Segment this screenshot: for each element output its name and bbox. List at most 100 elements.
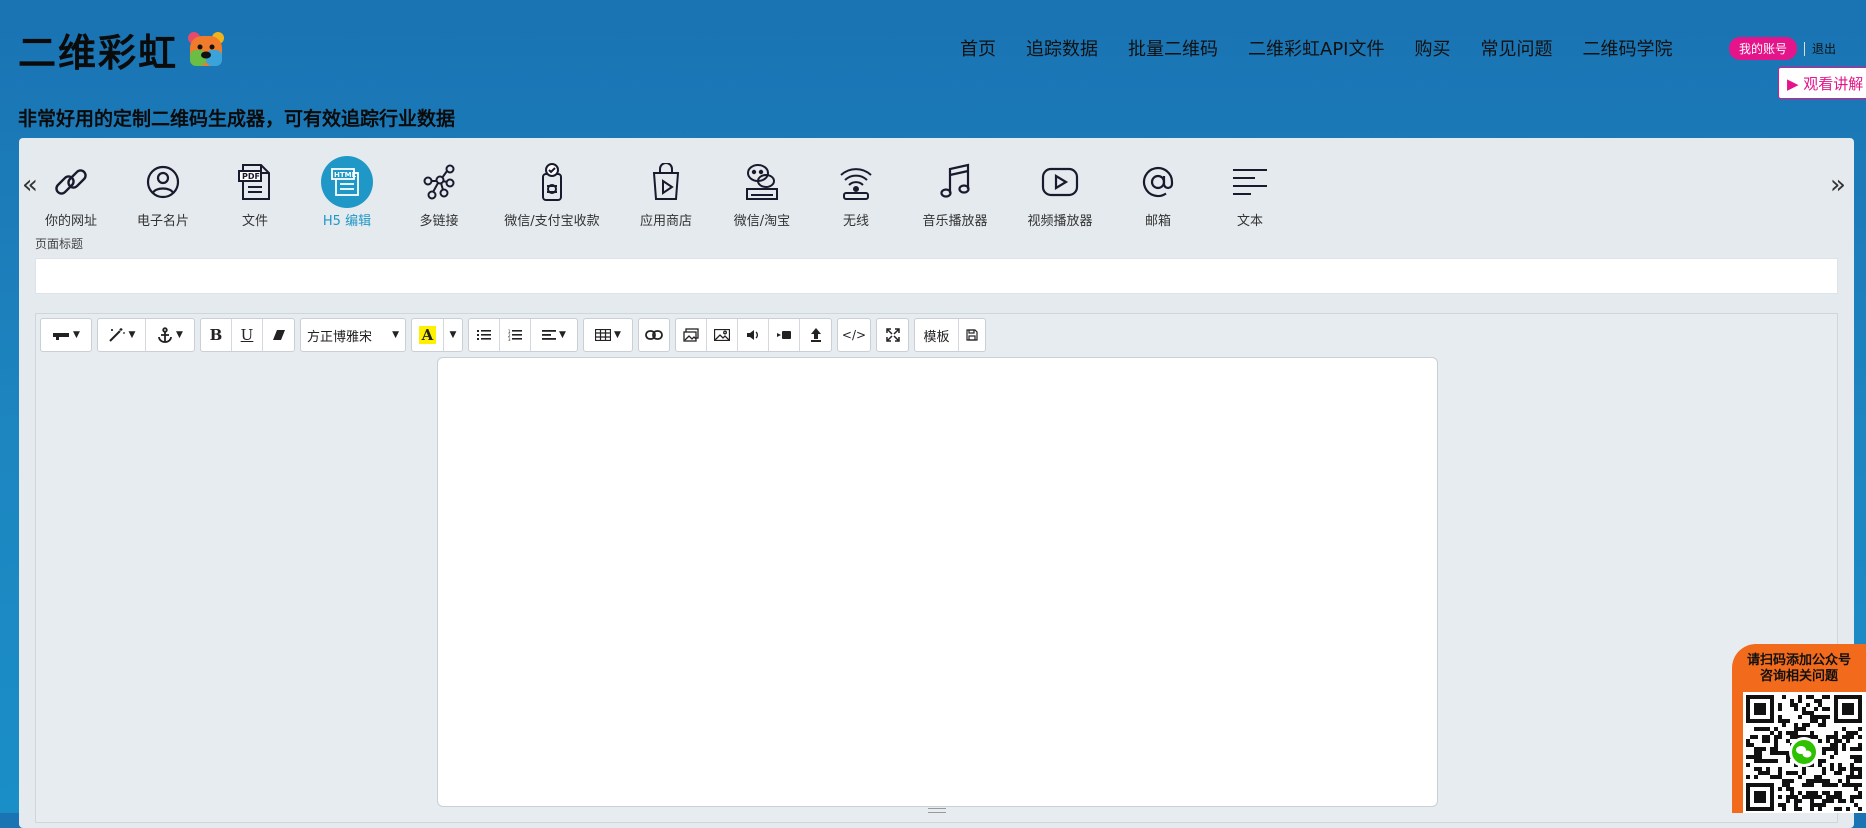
category-multilink[interactable]: 多链接 — [384, 158, 494, 229]
font-family-select[interactable]: 方正博雅宋 ▼ — [301, 319, 405, 351]
multi-link-icon — [423, 164, 455, 200]
account-area: 我的账号 退出 — [1729, 37, 1836, 60]
svg-text:HTML: HTML — [334, 171, 357, 179]
category-wifi[interactable]: 无线 — [801, 158, 911, 229]
bear-logo-icon — [188, 31, 225, 66]
gallery-button[interactable] — [676, 319, 707, 351]
caret-icon: ▼ — [449, 330, 457, 340]
upload-button[interactable] — [800, 319, 831, 351]
main-nav: 首页 追踪数据 批量二维码 二维彩虹API文件 购买 常见问题 二维码学院 — [960, 35, 1672, 61]
nav-buy[interactable]: 购买 — [1414, 35, 1450, 61]
wechat-promo-line2: 咨询相关问题 — [1759, 669, 1838, 684]
caret-icon: ▼ — [73, 330, 80, 340]
bold-button[interactable]: B — [201, 319, 232, 351]
text-icon — [1233, 169, 1267, 195]
qr-code-icon — [1746, 695, 1862, 811]
image-icon — [714, 329, 730, 341]
template-button[interactable]: 模板 — [915, 319, 959, 351]
anchor-button[interactable]: ▼ — [146, 319, 194, 351]
editor-toolbar: ▼ ▼ ▼ B U 方正博雅宋 ▼ A ▼ 123 ▼ ▼ </> 模板 — [40, 318, 991, 352]
wifi-icon — [840, 168, 872, 200]
text-color-icon: A — [418, 326, 437, 344]
nav-faq[interactable]: 常见问题 — [1480, 35, 1552, 61]
eraser-icon — [272, 330, 285, 340]
image-button[interactable] — [707, 319, 738, 351]
caret-icon: ▼ — [176, 330, 183, 340]
resize-handle[interactable] — [928, 808, 946, 813]
align-left-icon — [542, 330, 557, 340]
eraser-button[interactable] — [263, 319, 294, 351]
bullet-list-icon — [477, 330, 491, 340]
text-color-button[interactable]: A — [412, 319, 444, 351]
ordered-list-button[interactable]: 123 — [500, 319, 531, 351]
caret-icon: ▼ — [392, 330, 399, 340]
gallery-icon — [683, 328, 699, 342]
style-button[interactable]: ▼ — [41, 319, 91, 351]
nav-tracking[interactable]: 追踪数据 — [1026, 35, 1098, 61]
video-camera-icon — [777, 331, 791, 339]
magic-wand-icon — [108, 328, 125, 342]
nav-academy[interactable]: 二维码学院 — [1582, 35, 1672, 61]
category-text[interactable]: 文本 — [1195, 158, 1305, 229]
nav-api[interactable]: 二维彩虹API文件 — [1248, 35, 1384, 61]
payment-icon — [542, 163, 562, 201]
tagline: 非常好用的定制二维码生成器，可有效追踪行业数据 — [18, 108, 456, 130]
nav-batch[interactable]: 批量二维码 — [1128, 35, 1218, 61]
svg-text:3: 3 — [508, 337, 511, 341]
user-icon — [146, 165, 180, 199]
pdf-file-icon: PDF — [238, 164, 270, 200]
speaker-icon — [747, 330, 758, 340]
music-icon — [940, 163, 970, 198]
video-button[interactable] — [769, 319, 800, 351]
source-code-button[interactable]: </> — [838, 319, 870, 351]
bullet-list-button[interactable] — [469, 319, 500, 351]
page-title-input[interactable] — [35, 258, 1838, 294]
link-icon — [55, 169, 87, 195]
category-label: 多链接 — [419, 214, 459, 229]
html-icon: HTML — [331, 168, 359, 196]
nav-home[interactable]: 首页 — [960, 35, 996, 61]
editor-canvas[interactable] — [437, 357, 1438, 807]
category-label: 视频播放器 — [1027, 214, 1093, 229]
upload-icon — [810, 328, 821, 342]
paint-icon — [53, 333, 70, 340]
link-icon — [645, 330, 663, 340]
magic-button[interactable]: ▼ — [98, 319, 146, 351]
scroll-right-icon[interactable]: » — [1830, 170, 1846, 200]
category-label: 应用商店 — [639, 214, 692, 229]
my-account-button[interactable]: 我的账号 — [1729, 37, 1798, 60]
underline-button[interactable]: U — [232, 319, 263, 351]
caret-icon: ▼ — [614, 330, 621, 340]
ordered-list-icon: 123 — [508, 329, 522, 341]
fullscreen-button[interactable] — [877, 319, 908, 351]
category-label: 音乐播放器 — [922, 214, 988, 229]
save-icon — [966, 329, 978, 341]
svg-text:PDF: PDF — [242, 172, 260, 181]
category-music[interactable]: 音乐播放器 — [900, 158, 1010, 229]
category-label: 无线 — [842, 214, 869, 229]
wechat-icon — [746, 164, 778, 200]
link-button[interactable] — [639, 319, 669, 351]
divider — [1804, 41, 1806, 56]
logo[interactable]: 二维彩虹 — [18, 22, 226, 77]
category-appstore[interactable]: 应用商店 — [611, 158, 721, 229]
category-payment[interactable]: 微信/支付宝收款 — [497, 158, 607, 229]
save-button[interactable] — [959, 319, 985, 351]
logo-text: 二维彩虹 — [18, 31, 179, 75]
table-button[interactable]: ▼ — [584, 319, 632, 351]
logout-link[interactable]: 退出 — [1812, 40, 1836, 57]
wechat-qr-code — [1743, 692, 1866, 813]
align-button[interactable]: ▼ — [531, 319, 577, 351]
audio-button[interactable] — [738, 319, 769, 351]
email-icon — [1142, 166, 1174, 198]
text-color-dropdown[interactable]: ▼ — [444, 319, 462, 351]
watch-tutorial-button[interactable]: ▶ 观看讲解 — [1778, 67, 1866, 99]
font-family-value: 方正博雅宋 — [307, 329, 373, 345]
category-label: 微信/支付宝收款 — [504, 214, 600, 229]
category-video[interactable]: 视频播放器 — [1005, 158, 1115, 229]
app-store-icon — [652, 163, 680, 200]
wechat-promo: 请扫码添加公众号 咨询相关问题 — [1732, 644, 1866, 813]
anchor-icon — [158, 327, 172, 343]
category-label: 文本 — [1236, 214, 1263, 229]
table-icon — [595, 329, 612, 341]
